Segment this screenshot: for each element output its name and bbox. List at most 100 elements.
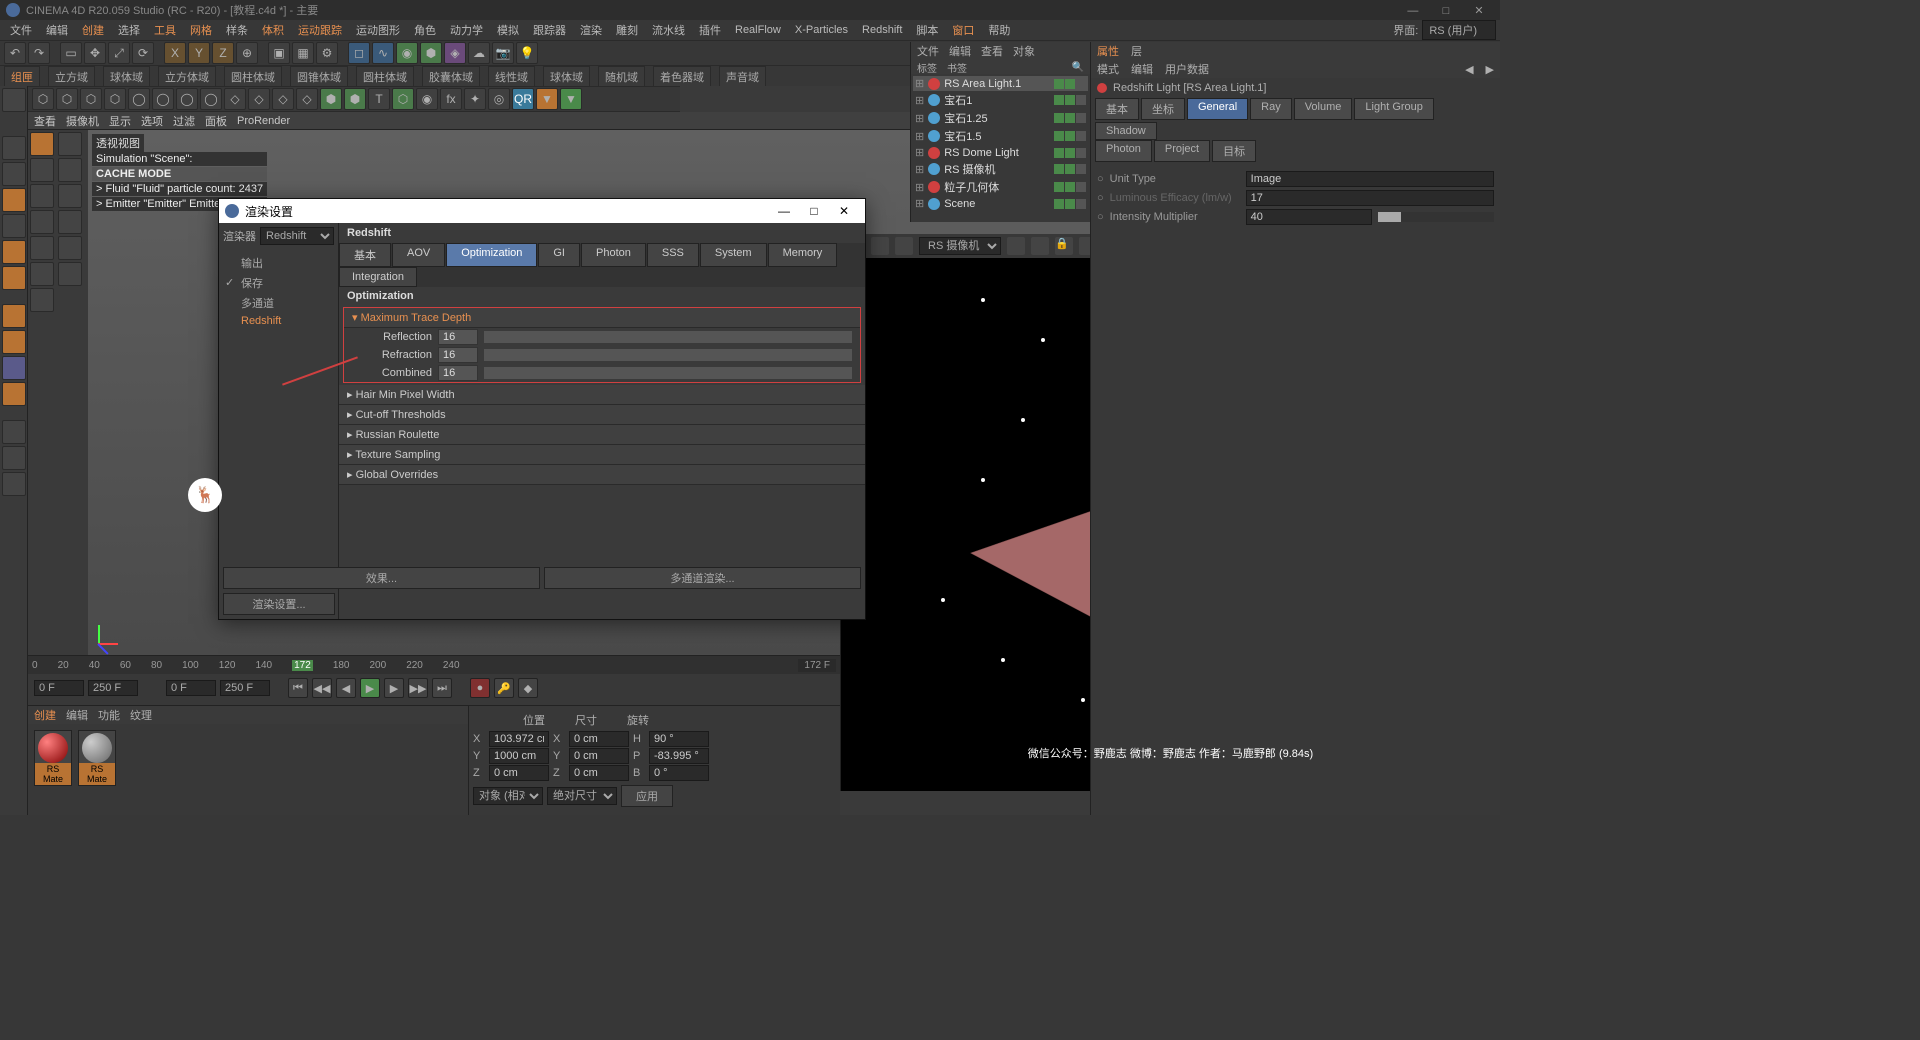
obj-menu[interactable]: 编辑 xyxy=(949,43,971,59)
mode-button[interactable] xyxy=(2,330,26,354)
tool-icon[interactable]: ◇ xyxy=(272,88,294,110)
tool-icon[interactable]: ◯ xyxy=(176,88,198,110)
shelf-item[interactable]: 圆柱体域 xyxy=(224,66,282,88)
setting-slider[interactable] xyxy=(484,349,852,361)
tool-icon[interactable]: ◯ xyxy=(200,88,222,110)
menu-item[interactable]: 选择 xyxy=(112,20,146,40)
collapsible-section[interactable]: Russian Roulette xyxy=(339,425,865,445)
prev-frame-icon[interactable]: ◀ xyxy=(336,678,356,698)
cube-icon[interactable]: ◻ xyxy=(348,42,370,64)
menu-item[interactable]: 编辑 xyxy=(40,20,74,40)
menu-item[interactable]: 跟踪器 xyxy=(527,20,572,40)
vp-menu-item[interactable]: ProRender xyxy=(237,115,290,127)
object-row[interactable]: ⊞RS 摄像机 xyxy=(913,160,1088,178)
shelf-item[interactable]: 立方域 xyxy=(48,66,95,88)
render-tab[interactable]: GI xyxy=(538,243,580,267)
rot-p[interactable] xyxy=(649,748,709,764)
mat-menu[interactable]: 创建 xyxy=(34,707,56,723)
tool-icon[interactable]: ⬡ xyxy=(32,88,54,110)
generator-icon[interactable]: ⬢ xyxy=(420,42,442,64)
menu-item[interactable]: 模拟 xyxy=(491,20,525,40)
nurbs-icon[interactable]: ◉ xyxy=(396,42,418,64)
camera-icon[interactable]: 📷 xyxy=(492,42,514,64)
mode-button[interactable] xyxy=(2,214,26,238)
layout-select[interactable]: RS (用户) xyxy=(1422,20,1496,40)
lock-icon[interactable]: 🔒 xyxy=(1055,237,1073,255)
tool-btn[interactable] xyxy=(30,158,54,182)
shelf-item[interactable]: 圆锥体域 xyxy=(290,66,348,88)
obj-menu[interactable]: 书签 xyxy=(947,60,967,75)
coord-icon[interactable]: ⊕ xyxy=(236,42,258,64)
redo-icon[interactable]: ↷ xyxy=(28,42,50,64)
menu-item[interactable]: 脚本 xyxy=(910,20,944,40)
render-settings-button[interactable]: 渲染设置... xyxy=(223,593,335,615)
range-end2[interactable] xyxy=(220,680,270,696)
tool-btn[interactable] xyxy=(30,262,54,286)
tool-icon[interactable]: ⬡ xyxy=(392,88,414,110)
render-tab[interactable]: 基本 xyxy=(339,243,391,267)
mode-button[interactable] xyxy=(2,188,26,212)
next-frame-icon[interactable]: ▶ xyxy=(384,678,404,698)
apply-button[interactable]: 应用 xyxy=(621,785,673,807)
x-axis-icon[interactable]: X xyxy=(164,42,186,64)
tool-icon[interactable]: ⬡ xyxy=(56,88,78,110)
mat-menu[interactable]: 纹理 xyxy=(130,707,152,723)
spline-icon[interactable]: ∿ xyxy=(372,42,394,64)
tool-btn[interactable] xyxy=(58,132,82,156)
tool-icon[interactable]: ◇ xyxy=(296,88,318,110)
shelf-item[interactable]: 着色器域 xyxy=(653,66,711,88)
attr-tab[interactable]: Ray xyxy=(1250,98,1292,120)
object-row[interactable]: ⊞Scene xyxy=(913,196,1088,211)
mat-menu[interactable]: 编辑 xyxy=(66,707,88,723)
collapsible-section[interactable]: Cut-off Thresholds xyxy=(339,405,865,425)
attr-tab[interactable]: General xyxy=(1187,98,1248,120)
tool-btn[interactable] xyxy=(58,184,82,208)
mode-button[interactable] xyxy=(2,420,26,444)
attr-tab[interactable]: Light Group xyxy=(1354,98,1433,120)
mode-button[interactable] xyxy=(2,162,26,186)
mode-button[interactable] xyxy=(2,382,26,406)
tool-btn[interactable] xyxy=(58,236,82,260)
shelf-item[interactable]: 立方体域 xyxy=(158,66,216,88)
camera-select[interactable]: RS 摄像机 xyxy=(919,237,1001,255)
vp-menu-item[interactable]: 选项 xyxy=(141,113,163,129)
pos-x[interactable] xyxy=(489,731,549,747)
shelf-item[interactable]: 球体域 xyxy=(543,66,590,88)
tool-icon[interactable]: ◯ xyxy=(152,88,174,110)
record-icon[interactable]: ● xyxy=(470,678,490,698)
tool-btn[interactable] xyxy=(58,158,82,182)
rot-b[interactable] xyxy=(649,765,709,781)
environment-icon[interactable]: ☁ xyxy=(468,42,490,64)
range-end[interactable] xyxy=(88,680,138,696)
sidebar-item[interactable]: ✓保存 xyxy=(223,273,334,293)
tool-icon[interactable]: fx xyxy=(440,88,462,110)
menu-item[interactable]: 网格 xyxy=(184,20,218,40)
menu-item[interactable]: 雕刻 xyxy=(610,20,644,40)
tool-btn[interactable] xyxy=(30,132,54,156)
shelf-item[interactable]: 胶囊体域 xyxy=(422,66,480,88)
vp-menu-item[interactable]: 显示 xyxy=(109,113,131,129)
collapsible-section[interactable]: Global Overrides xyxy=(339,465,865,485)
scale-icon[interactable]: ⤢ xyxy=(108,42,130,64)
shelf-item[interactable]: 随机域 xyxy=(598,66,645,88)
attr-menu[interactable]: 模式 xyxy=(1097,61,1119,77)
menu-item[interactable]: 运动图形 xyxy=(350,20,406,40)
mode-button[interactable] xyxy=(2,136,26,160)
object-row[interactable]: ⊞RS Dome Light xyxy=(913,145,1088,160)
vp-menu-item[interactable]: 过滤 xyxy=(173,113,195,129)
render-tab[interactable]: System xyxy=(700,243,767,267)
size-mode-select[interactable]: 绝对尺寸 xyxy=(547,787,617,805)
mode-button[interactable] xyxy=(2,472,26,496)
tool-btn[interactable] xyxy=(30,210,54,234)
tool-btn[interactable] xyxy=(30,236,54,260)
size-z[interactable] xyxy=(569,765,629,781)
menu-item[interactable]: 体积 xyxy=(256,20,290,40)
object-row[interactable]: ⊞宝石1.5 xyxy=(913,127,1088,145)
move-icon[interactable]: ✥ xyxy=(84,42,106,64)
menu-item[interactable]: 动力学 xyxy=(444,20,489,40)
menu-item[interactable]: 样条 xyxy=(220,20,254,40)
menu-item[interactable]: 工具 xyxy=(148,20,182,40)
render-btn[interactable] xyxy=(1031,237,1049,255)
y-axis-icon[interactable]: Y xyxy=(188,42,210,64)
render-region-icon[interactable]: ▦ xyxy=(292,42,314,64)
